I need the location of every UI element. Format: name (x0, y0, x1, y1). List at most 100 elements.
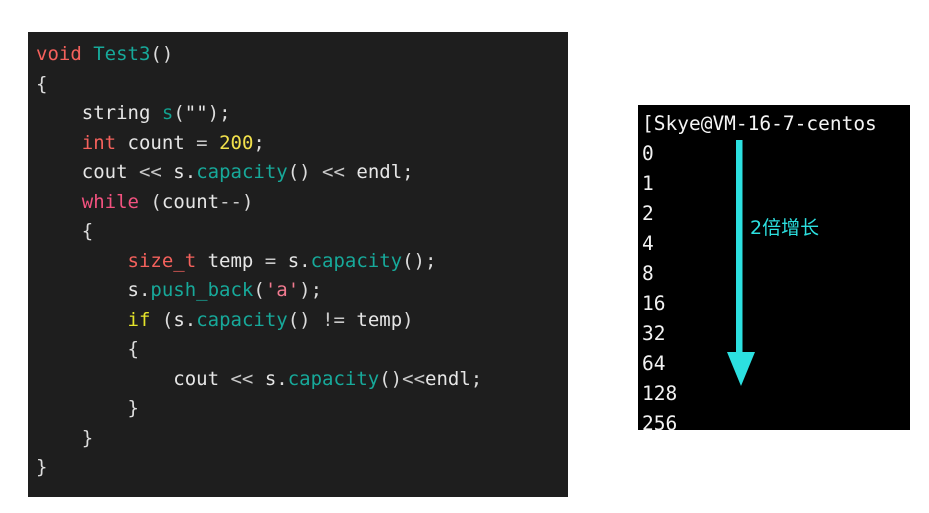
code-line: void Test3(){ string s(""); (36, 40, 568, 129)
code-token: s (287, 249, 300, 272)
code-token: temp (356, 308, 403, 331)
code-token: void (36, 43, 82, 65)
code-token: (); (402, 249, 437, 272)
code-line: void Test3(){ string s(""); int count = … (36, 40, 568, 158)
code-line: void Test3(){ (36, 40, 568, 99)
code-token: while (81, 190, 139, 213)
terminal-output-line: 64 (642, 352, 666, 375)
growth-arrow-icon (727, 140, 755, 386)
code-token: s (161, 102, 174, 124)
code-line: void Test3(){ string s(""); int count = … (36, 40, 568, 306)
code-line: void Test3() (36, 40, 568, 70)
code-token: != (322, 308, 357, 331)
code-token: capacity (196, 161, 288, 183)
code-token: count (116, 131, 197, 154)
code-token: { (36, 72, 48, 95)
code-line: void Test3(){ string s(""); int count = … (36, 40, 568, 394)
code-line: void Test3(){ string s(""); int count = … (36, 40, 568, 217)
terminal-output-line: 1 (642, 172, 654, 195)
code-token: s (173, 161, 185, 183)
code-token: 200 (219, 131, 254, 154)
code-token: endl (356, 161, 403, 183)
code-token: cout (81, 161, 139, 183)
growth-annotation-label: 2倍增长 (750, 217, 820, 239)
code-token: << (322, 161, 357, 183)
code-token: << (402, 367, 426, 390)
code-token: size_t (127, 249, 197, 272)
code-token: -- (219, 190, 242, 213)
terminal-output-line: 128 (642, 382, 678, 405)
code-token: endl (425, 367, 471, 390)
code-token: count (161, 190, 220, 213)
code-token: int (81, 131, 117, 154)
code-token: } (81, 426, 94, 449)
code-token: ); (207, 102, 231, 124)
code-line: void Test3(){ string s(""); int count = … (36, 40, 568, 424)
terminal-prompt-line: [Skye@VM-16-7-centos (642, 112, 877, 135)
code-token: . (138, 279, 151, 301)
code-line: void Test3(){ string s(""); int count = … (36, 40, 568, 365)
code-token: ); (299, 279, 323, 301)
code-token: = (196, 131, 220, 154)
code-token: } (127, 397, 139, 419)
code-token: 'a' (264, 279, 300, 301)
terminal-output-line: 0 (642, 142, 654, 165)
code-token: capacity (310, 249, 403, 272)
code-token: ) (402, 308, 414, 331)
code-token: ; (253, 131, 265, 154)
code-line: void Test3(){ string s(""); int count = … (36, 40, 568, 188)
code-token: ( (173, 102, 185, 124)
code-token: push_back (150, 279, 254, 301)
code-token: { (81, 220, 94, 242)
code-token: cout (173, 367, 231, 390)
code-token: ) (241, 190, 254, 213)
code-line: void Test3(){ string s(""); int count = … (36, 40, 568, 483)
code-token: ; (402, 161, 414, 183)
code-token: ( (161, 308, 174, 331)
code-lines-container: void Test3(){ string s(""); int count = … (36, 40, 568, 483)
code-token: . (299, 249, 311, 272)
code-token: = (264, 249, 288, 272)
code-token: { (127, 338, 139, 360)
code-token: . (184, 161, 197, 183)
code-token: capacity (287, 367, 380, 390)
code-token: s (264, 367, 277, 390)
code-token: ( (253, 279, 265, 301)
code-token: << (138, 161, 174, 183)
terminal-output-line: 8 (642, 262, 654, 285)
code-line: void Test3(){ string s(""); int count = … (36, 40, 568, 335)
code-token: . (184, 308, 197, 331)
code-token: ( (150, 190, 162, 213)
code-token: if (127, 308, 151, 331)
code-token: << (230, 367, 265, 390)
code-line: void Test3(){ string s(""); int count = … (36, 40, 568, 453)
terminal-output-line: 16 (642, 292, 666, 315)
code-token: string (81, 102, 151, 124)
code-token: () (287, 161, 323, 183)
terminal-output-line: 32 (642, 322, 666, 345)
code-token: . (276, 367, 288, 390)
code-token: capacity (196, 308, 288, 331)
terminal-output-panel: [Skye@VM-16-7-centos 0 1 2 4 8 16 32 64 128 256 2… (638, 105, 910, 430)
code-token: () (150, 43, 174, 65)
code-token: "" (184, 102, 208, 124)
code-token: s (127, 279, 139, 301)
code-token: () (379, 367, 403, 390)
code-editor-panel: void Test3(){ string s(""); int count = … (28, 32, 568, 497)
